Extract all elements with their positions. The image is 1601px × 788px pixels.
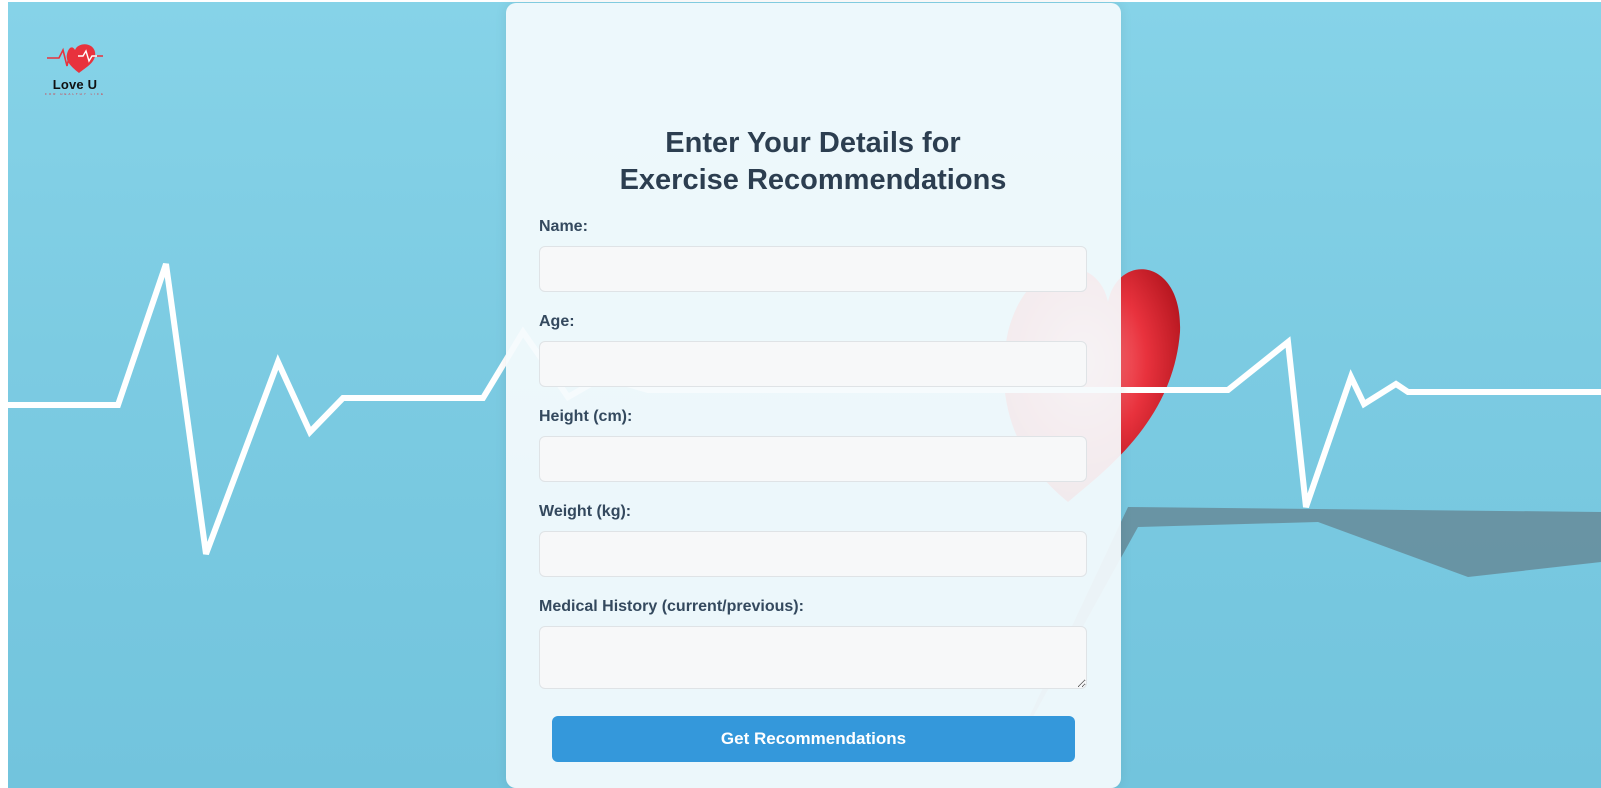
name-field[interactable]	[539, 246, 1087, 292]
height-field[interactable]	[539, 436, 1087, 482]
exercise-details-form: Name: Age: Height (cm): Weight (kg): Med…	[539, 217, 1087, 762]
age-label: Age:	[539, 313, 575, 330]
brand-tagline: FOR HEALTHY LIFE	[45, 92, 105, 96]
age-field[interactable]	[539, 341, 1087, 387]
weight-label: Weight (kg):	[539, 503, 632, 520]
get-recommendations-button[interactable]: Get Recommendations	[552, 716, 1075, 762]
name-label: Name:	[539, 218, 588, 235]
heart-pulse-icon	[47, 44, 103, 73]
form-title: Enter Your Details for Exercise Recommen…	[619, 127, 1007, 196]
medical-history-label: Medical History (current/previous):	[539, 598, 804, 615]
brand-name: Love U	[52, 77, 98, 92]
details-form-card: Enter Your Details for Exercise Recommen…	[506, 3, 1121, 788]
height-label: Height (cm):	[539, 408, 633, 425]
medical-history-field[interactable]	[539, 626, 1087, 689]
weight-field[interactable]	[539, 531, 1087, 577]
brand-logo[interactable]: Love U FOR HEALTHY LIFE	[44, 42, 106, 102]
